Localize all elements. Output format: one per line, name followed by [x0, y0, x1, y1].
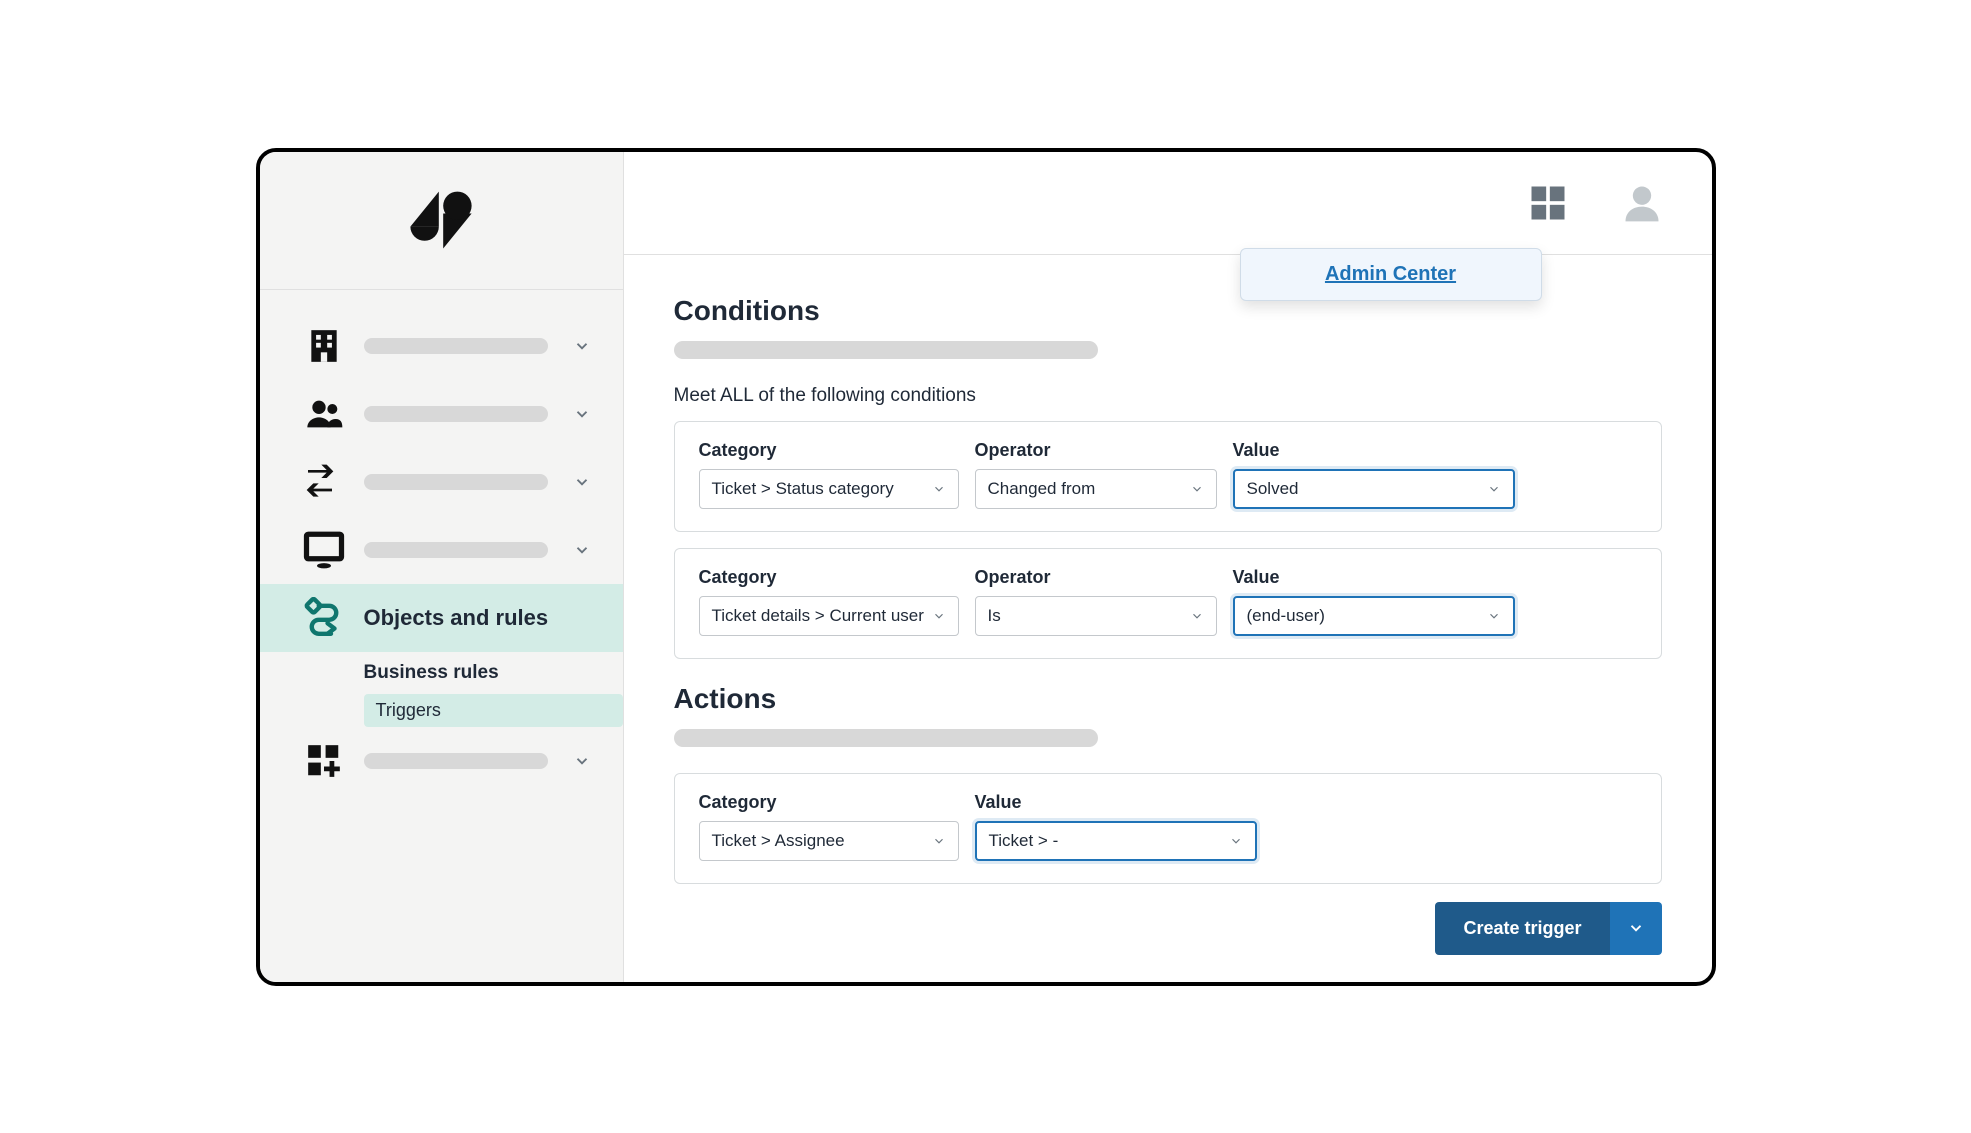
select-category[interactable]: Ticket details > Current user [699, 596, 959, 636]
people-icon [302, 392, 346, 436]
sidebar: Objects and rules Business rules Trigger… [260, 152, 624, 982]
sidebar-item-label: Objects and rules [364, 605, 549, 631]
chevron-down-icon [573, 541, 591, 559]
select-value: Ticket details > Current user [712, 606, 924, 626]
select-value: (end-user) [1247, 606, 1325, 626]
condition-row: Category Ticket details > Current user O… [674, 548, 1662, 659]
create-trigger-button[interactable]: Create trigger [1435, 902, 1609, 955]
placeholder [364, 542, 548, 558]
placeholder [364, 406, 548, 422]
chevron-down-icon [573, 752, 591, 770]
sidebar-item-workspaces[interactable] [260, 516, 623, 584]
content: Conditions Meet ALL of the following con… [624, 255, 1712, 982]
select-value: Is [988, 606, 1001, 626]
action-row: Category Ticket > Assignee Value Ticket … [674, 773, 1662, 884]
placeholder [364, 753, 548, 769]
select-category[interactable]: Ticket > Status category [699, 469, 959, 509]
chevron-down-icon [1190, 482, 1204, 496]
building-icon [302, 324, 346, 368]
apps-grid-icon[interactable] [1526, 181, 1570, 225]
condition-row: Category Ticket > Status category Operat… [674, 421, 1662, 532]
chevron-down-icon [1190, 609, 1204, 623]
sidebar-subnav: Business rules Triggers [260, 652, 623, 727]
topbar [624, 152, 1712, 255]
chevron-down-icon [1229, 834, 1243, 848]
label-value: Value [1233, 440, 1515, 461]
label-value: Value [975, 792, 1257, 813]
user-avatar-icon[interactable] [1620, 181, 1664, 225]
select-value: Ticket > - [989, 831, 1059, 851]
label-operator: Operator [975, 440, 1217, 461]
select-category[interactable]: Ticket > Assignee [699, 821, 959, 861]
admin-center-link[interactable]: Admin Center [1325, 263, 1456, 285]
label-operator: Operator [975, 567, 1217, 588]
subnav-item-triggers[interactable]: Triggers [364, 694, 623, 727]
create-trigger-split-button[interactable] [1610, 902, 1662, 955]
monitor-icon [302, 528, 346, 572]
actions-title: Actions [674, 683, 1662, 715]
chevron-down-icon [573, 337, 591, 355]
select-value-field[interactable]: Solved [1233, 469, 1515, 509]
sidebar-item-objects-rules[interactable]: Objects and rules [260, 584, 623, 652]
select-value: Ticket > Status category [712, 479, 894, 499]
sidebar-item-apps[interactable] [260, 727, 623, 795]
apps-plus-icon [302, 739, 346, 783]
select-value: Changed from [988, 479, 1096, 499]
logo-area [260, 152, 623, 290]
sidebar-nav: Objects and rules Business rules Trigger… [260, 290, 623, 795]
select-value-field[interactable]: Ticket > - [975, 821, 1257, 861]
chevron-down-icon [932, 609, 946, 623]
subnav-heading: Business rules [364, 652, 623, 694]
placeholder [674, 729, 1098, 747]
label-category: Category [699, 440, 959, 461]
label-category: Category [699, 792, 959, 813]
chevron-down-icon [1627, 919, 1645, 937]
select-value: Solved [1247, 479, 1299, 499]
chevron-down-icon [932, 482, 946, 496]
chevron-down-icon [573, 405, 591, 423]
placeholder [364, 474, 548, 490]
select-value-field[interactable]: (end-user) [1233, 596, 1515, 636]
sidebar-item-people[interactable] [260, 380, 623, 448]
chevron-down-icon [1487, 482, 1501, 496]
main: Admin Center Conditions Meet ALL of the … [624, 152, 1712, 982]
label-category: Category [699, 567, 959, 588]
arrows-icon [302, 460, 346, 504]
select-operator[interactable]: Is [975, 596, 1217, 636]
chevron-down-icon [932, 834, 946, 848]
label-value: Value [1233, 567, 1515, 588]
sidebar-item-channels[interactable] [260, 448, 623, 516]
chevron-down-icon [573, 473, 591, 491]
conditions-all-label: Meet ALL of the following conditions [674, 385, 1662, 407]
admin-center-popover[interactable]: Admin Center [1240, 248, 1542, 301]
placeholder [364, 338, 548, 354]
select-operator[interactable]: Changed from [975, 469, 1217, 509]
footer: Create trigger [674, 902, 1662, 955]
zendesk-logo-icon [406, 185, 476, 255]
chevron-down-icon [1487, 609, 1501, 623]
placeholder [674, 341, 1098, 359]
sidebar-item-account[interactable] [260, 312, 623, 380]
select-value: Ticket > Assignee [712, 831, 845, 851]
flow-icon [302, 596, 346, 640]
